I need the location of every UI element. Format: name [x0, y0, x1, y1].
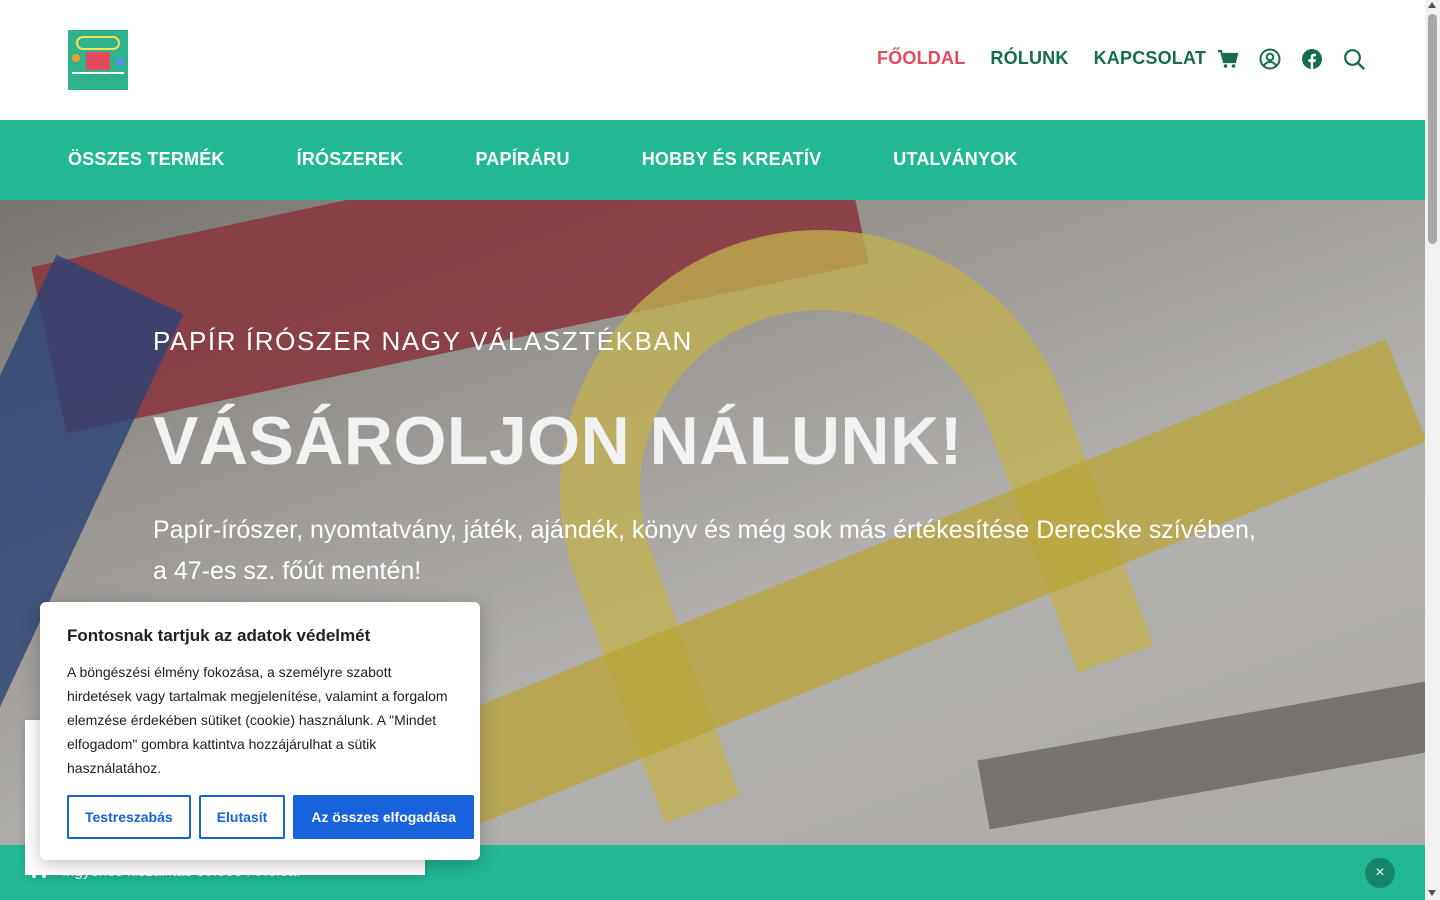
topnav-item-contact[interactable]: KAPCSOLAT — [1094, 48, 1206, 69]
catnav-item-vouchers[interactable]: UTALVÁNYOK — [893, 149, 1017, 170]
site-header: FŐOLDAL RÓLUNK KAPCSOLAT — [0, 0, 1425, 120]
cookie-text: A böngészési élmény fokozása, a személyr… — [67, 664, 448, 776]
catnav-item-writing-supplies[interactable]: ÍRÓSZEREK — [297, 149, 404, 170]
header-icons — [1216, 47, 1366, 71]
catnav-item-paper-goods[interactable]: PAPÍRÁRU — [475, 149, 569, 170]
scroll-down-arrow[interactable] — [1428, 890, 1436, 896]
cookie-consent-dialog: Fontosnak tartjuk az adatok védelmét A b… — [40, 602, 480, 860]
customize-button[interactable]: Testreszabás — [67, 795, 191, 839]
site-logo[interactable] — [68, 30, 128, 90]
reject-button[interactable]: Elutasít — [198, 795, 286, 839]
hero-eyebrow: PAPÍR ÍRÓSZER NAGY VÁLASZTÉKBAN — [153, 326, 693, 356]
scrollbar-thumb[interactable] — [1428, 14, 1437, 244]
page-scrollbar[interactable] — [1425, 0, 1440, 900]
hero-lead: Papír-írószer, nyomtatvány, játék, ajánd… — [153, 516, 1256, 585]
logo-arc — [76, 36, 120, 50]
scroll-up-arrow[interactable] — [1428, 2, 1436, 8]
cart-icon[interactable] — [1216, 47, 1240, 71]
topnav-item-about[interactable]: RÓLUNK — [990, 48, 1068, 69]
close-notice-button[interactable]: × — [1365, 858, 1395, 888]
accept-all-button[interactable]: Az összes elfogadása — [293, 795, 474, 839]
cookie-title: Fontosnak tartjuk az adatok védelmét — [67, 626, 371, 645]
top-navigation: FŐOLDAL RÓLUNK KAPCSOLAT — [877, 48, 1206, 69]
search-icon[interactable] — [1342, 47, 1366, 71]
facebook-icon[interactable] — [1300, 47, 1324, 71]
topnav-item-home[interactable]: FŐOLDAL — [877, 48, 965, 69]
catnav-item-hobby-creative[interactable]: HOBBY ÉS KREATÍV — [642, 149, 822, 170]
hero-title: VÁSÁROLJON NÁLUNK! — [153, 403, 963, 479]
logo-balloon — [72, 54, 80, 62]
logo-ball — [116, 58, 124, 66]
account-icon[interactable] — [1258, 47, 1282, 71]
logo-book — [86, 52, 110, 70]
cookie-buttons: Testreszabás Elutasít Az összes elfogadá… — [67, 795, 474, 839]
logo-line — [72, 72, 124, 82]
catnav-item-all-products[interactable]: ÖSSZES TERMÉK — [68, 149, 225, 170]
category-navigation: ÖSSZES TERMÉK ÍRÓSZEREK PAPÍRÁRU HOBBY É… — [0, 120, 1425, 200]
